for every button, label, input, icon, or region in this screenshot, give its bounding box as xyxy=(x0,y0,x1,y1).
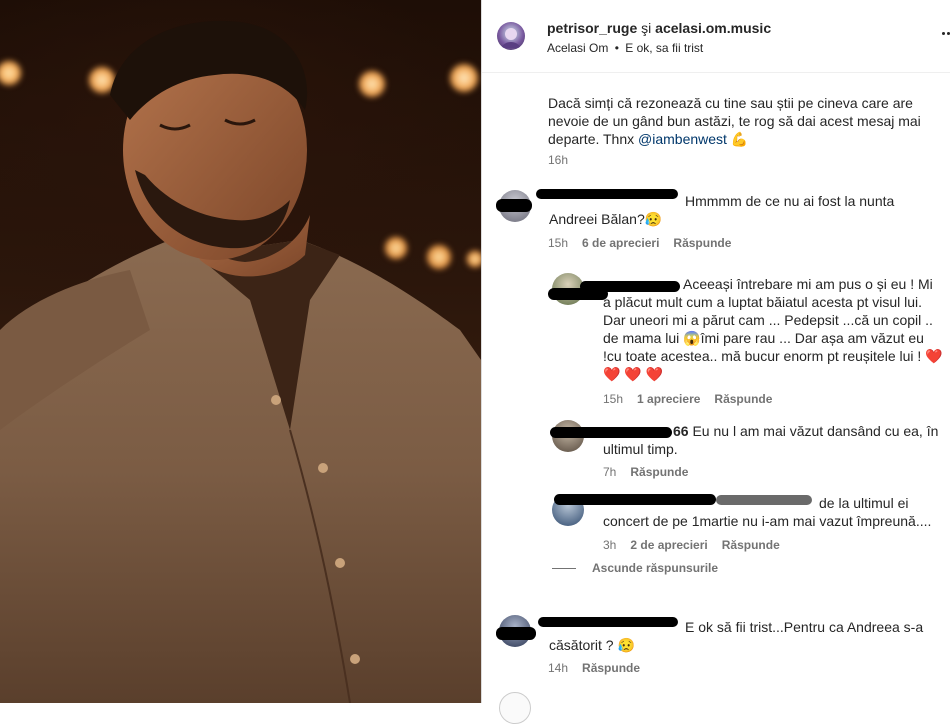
avatar-art-icon xyxy=(501,28,521,48)
comment-timestamp[interactable]: 14h xyxy=(548,661,568,675)
post-photo[interactable] xyxy=(0,0,481,703)
redacted-username xyxy=(496,199,532,212)
comments-panel: petrisor_ruge şi acelasi.om.music Acelas… xyxy=(481,0,950,724)
next-commenter-avatar[interactable] xyxy=(499,692,531,724)
caption-mention[interactable]: @iambenwest xyxy=(638,131,727,147)
caption-timestamp[interactable]: 16h xyxy=(548,153,568,167)
more-options-icon[interactable] xyxy=(942,32,950,36)
sad-face-emoji: 😥 xyxy=(644,211,663,227)
audio-title[interactable]: E ok, sa fii trist xyxy=(625,41,703,55)
author-username[interactable]: petrisor_ruge xyxy=(547,20,637,36)
reply-button[interactable]: Răspunde xyxy=(630,465,688,479)
comment-body: Eu nu l am mai văzut dansând cu ea, în u… xyxy=(603,423,939,457)
post-authors: petrisor_ruge şi acelasi.om.music xyxy=(547,20,771,36)
comment-timestamp[interactable]: 7h xyxy=(603,465,616,479)
hide-replies-label[interactable]: Ascunde răspunsurile xyxy=(592,561,718,575)
comment-timestamp[interactable]: 15h xyxy=(548,236,568,250)
divider-line xyxy=(552,567,576,569)
commenter-name-tail[interactable]: 66 xyxy=(673,423,689,439)
comment-text: Hmmmm de ce nu ai fost la nunta Andreei … xyxy=(549,192,939,228)
redacted-username xyxy=(548,288,608,300)
flexed-biceps-emoji: 💪 xyxy=(730,131,749,147)
redacted-username xyxy=(496,627,536,640)
comment-likes[interactable]: 2 de aprecieri xyxy=(630,538,707,552)
reply-button[interactable]: Răspunde xyxy=(673,236,731,250)
comment-body: Hmmmm de ce nu ai fost la nunta Andreei … xyxy=(549,193,895,227)
comment-text: 66 Eu nu l am mai văzut dansând cu ea, î… xyxy=(603,422,943,458)
comment-actions: 3h 2 de aprecieri Răspunde xyxy=(603,538,780,552)
reply-button[interactable]: Răspunde xyxy=(722,538,780,552)
comment-body: de la ultimul ei concert de pe 1martie n… xyxy=(603,495,932,529)
post-caption: Dacă simți că rezonează cu tine sau știi… xyxy=(548,94,948,148)
comment-actions: 7h Răspunde xyxy=(603,465,688,479)
reply-button[interactable]: Răspunde xyxy=(582,661,640,675)
audio-info[interactable]: Acelasi Om • E ok, sa fii trist xyxy=(547,41,703,55)
comment-text: Aceeași întrebare mi am pus o și eu ! Mi… xyxy=(603,275,943,383)
comment-actions: 15h 1 apreciere Răspunde xyxy=(603,392,772,406)
scream-emoji: 😱 xyxy=(683,330,701,346)
comment-actions: 14h Răspunde xyxy=(548,661,640,675)
comment-timestamp[interactable]: 15h xyxy=(603,392,623,406)
audio-separator: • xyxy=(614,41,619,55)
comment-text: de la ultimul ei concert de pe 1martie n… xyxy=(603,494,943,530)
sad-face-emoji: 😥 xyxy=(617,637,635,653)
author-conjunction: şi xyxy=(641,20,652,36)
heart-emoji: ❤️ ❤️ xyxy=(624,366,664,382)
comment-likes[interactable]: 1 apreciere xyxy=(637,392,700,406)
comment-text: E ok să fii trist...Pentru ca Andreea s-… xyxy=(549,618,939,654)
reply-button[interactable]: Răspunde xyxy=(714,392,772,406)
post-header: petrisor_ruge şi acelasi.om.music Acelas… xyxy=(482,0,950,73)
audio-artist[interactable]: Acelasi Om xyxy=(547,41,608,55)
comment-body: E ok să fii trist...Pentru ca Andreea s-… xyxy=(549,619,924,653)
collaborator-username[interactable]: acelasi.om.music xyxy=(655,20,771,36)
comment-likes[interactable]: 6 de aprecieri xyxy=(582,236,659,250)
comment-actions: 15h 6 de aprecieri Răspunde xyxy=(548,236,731,250)
hide-replies-button[interactable]: Ascunde răspunsurile xyxy=(552,561,718,575)
comment-timestamp[interactable]: 3h xyxy=(603,538,616,552)
man-figure xyxy=(0,20,481,703)
collab-avatar[interactable] xyxy=(497,22,525,50)
